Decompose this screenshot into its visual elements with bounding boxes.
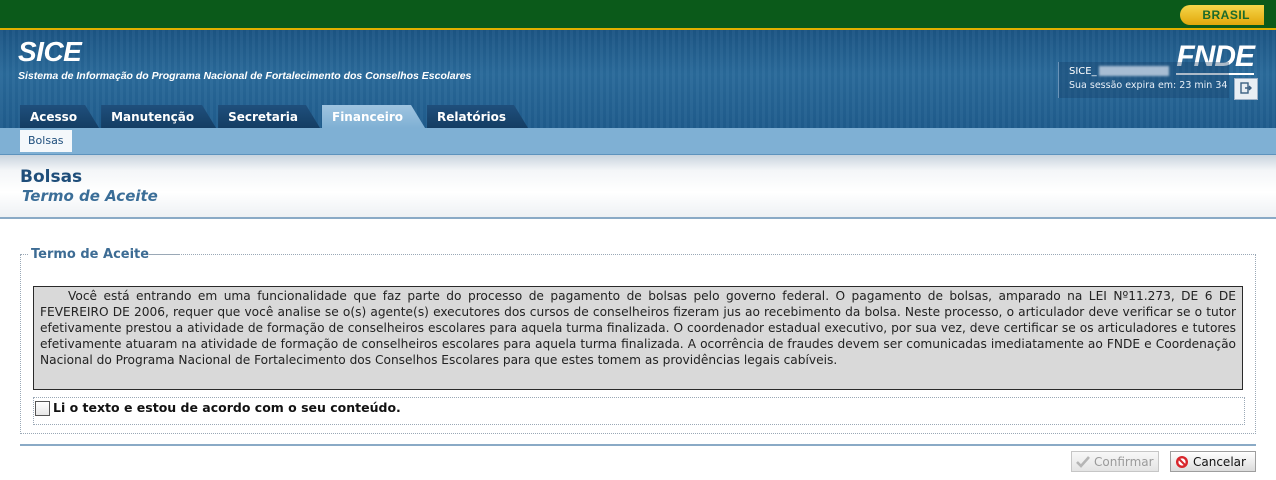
session-expire-text: Sua sessão expira em: 23 min 34 [1069,80,1228,91]
tab-manutencao[interactable]: Manutenção [101,105,216,128]
tab-secretaria[interactable]: Secretaria [218,105,320,128]
app-subtitle: Sistema de Informação do Programa Nacion… [18,70,472,82]
redacted-username [1098,66,1169,76]
confirm-button[interactable]: Confirmar [1071,451,1159,472]
no-entry-icon [1175,455,1189,469]
check-icon [1076,455,1090,468]
page-title-bar: Bolsas Termo de Aceite [0,155,1276,219]
cancel-button[interactable]: Cancelar [1170,451,1256,472]
accept-label[interactable]: Li o texto e estou de acordo com o seu c… [53,400,401,415]
accept-row: Li o texto e estou de acordo com o seu c… [33,397,1245,425]
session-user: SICE_ [1069,66,1169,77]
session-username: SICE_ [1069,66,1097,77]
tab-relatorios[interactable]: Relatórios [427,105,528,128]
page-subtitle: Termo de Aceite [22,187,158,205]
subnav-item-bolsas[interactable]: Bolsas [20,130,72,152]
sub-navigation: Bolsas [0,128,1276,155]
confirm-label: Confirmar [1094,454,1154,469]
terms-text: Você está entrando em uma funcionalidade… [40,289,1236,367]
fieldset-legend: Termo de Aceite [29,247,152,262]
page-title: Bolsas [20,167,83,187]
terms-fieldset: Termo de Aceite Você está entrando em um… [20,247,1256,434]
logout-icon [1240,81,1252,97]
accept-checkbox[interactable] [35,401,50,416]
terms-text-box: Você está entrando em uma funcionalidade… [33,286,1243,390]
brasil-badge[interactable]: BRASIL [1180,5,1264,25]
app-title: SICE [18,36,82,67]
tab-financeiro[interactable]: Financeiro [322,105,425,128]
tab-acesso[interactable]: Acesso [20,105,99,128]
session-info: SICE_ Sua sessão expira em: 23 min 34 [1058,62,1229,98]
separator-line [20,444,1256,446]
gov-top-bar: BRASIL [0,0,1276,30]
cancel-label: Cancelar [1193,454,1246,469]
main-tabs: Acesso Manutenção Secretaria Financeiro … [20,105,530,128]
legend-decoration [149,254,179,261]
logout-button[interactable] [1234,78,1258,100]
